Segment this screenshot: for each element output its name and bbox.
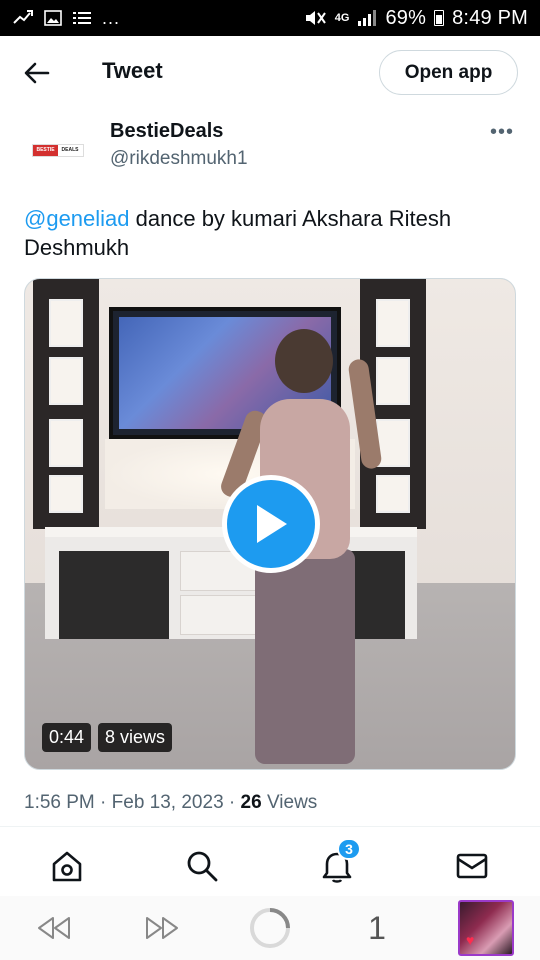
loading-spinner-icon[interactable] — [248, 908, 292, 948]
views-count: 26 — [240, 792, 262, 813]
network-type-label: 4G — [334, 12, 350, 24]
page-title: Tweet — [102, 58, 163, 83]
home-icon[interactable] — [47, 846, 87, 886]
mention-link[interactable]: @geneliad — [24, 206, 130, 231]
browser-toolbar: 1 ♥ — [0, 896, 540, 960]
browser-forward-icon[interactable] — [142, 908, 182, 948]
tweet-text: @geneliad dance by kumari Akshara Ritesh… — [24, 204, 518, 262]
gallery-icon — [44, 10, 62, 26]
clock: 8:49 PM — [452, 6, 528, 29]
download-notification-icon — [12, 9, 34, 27]
video-duration: 0:44 — [42, 723, 92, 752]
author-handle[interactable]: @rikdeshmukh1 — [110, 148, 248, 170]
status-bar: ... 4G 69% 8:49 PM — [0, 0, 540, 36]
notifications-count-badge: 3 — [337, 838, 361, 860]
divider — [0, 826, 540, 827]
author-avatar[interactable]: BESTIE DEALS — [22, 122, 94, 178]
tweet-time: 1:56 PM — [24, 792, 95, 813]
video-views: 8 views — [98, 723, 173, 752]
views-label: Views — [266, 792, 318, 813]
mute-icon — [303, 9, 327, 27]
browser-back-icon[interactable] — [34, 908, 74, 948]
back-arrow-icon[interactable] — [22, 60, 52, 86]
tab-thumbnail[interactable]: ♥ — [458, 900, 514, 956]
overflow-notifications: ... — [102, 7, 121, 28]
play-button[interactable] — [222, 475, 320, 573]
tweet-date: Feb 13, 2023 — [111, 792, 224, 813]
play-icon — [257, 505, 287, 543]
tweet-meta: 1:56 PM · Feb 13, 2023 · 26 Views — [24, 792, 318, 813]
search-icon[interactable] — [182, 846, 222, 886]
list-icon — [72, 10, 92, 26]
battery-percent: 69% — [385, 6, 427, 29]
tab-count[interactable]: 1 — [362, 908, 392, 948]
signal-icon — [357, 9, 377, 27]
open-app-button[interactable]: Open app — [379, 50, 518, 95]
bestiedeals-logo: BESTIE DEALS — [32, 143, 84, 157]
battery-icon — [434, 10, 445, 26]
messages-icon[interactable] — [452, 846, 492, 886]
more-options-icon[interactable]: ••• — [490, 122, 514, 142]
author-display-name[interactable]: BestieDeals — [110, 120, 223, 143]
video-player[interactable]: 0:44 8 views — [24, 278, 516, 770]
heart-icon: ♥ — [466, 932, 475, 948]
app-header: Tweet Open app — [0, 36, 540, 108]
